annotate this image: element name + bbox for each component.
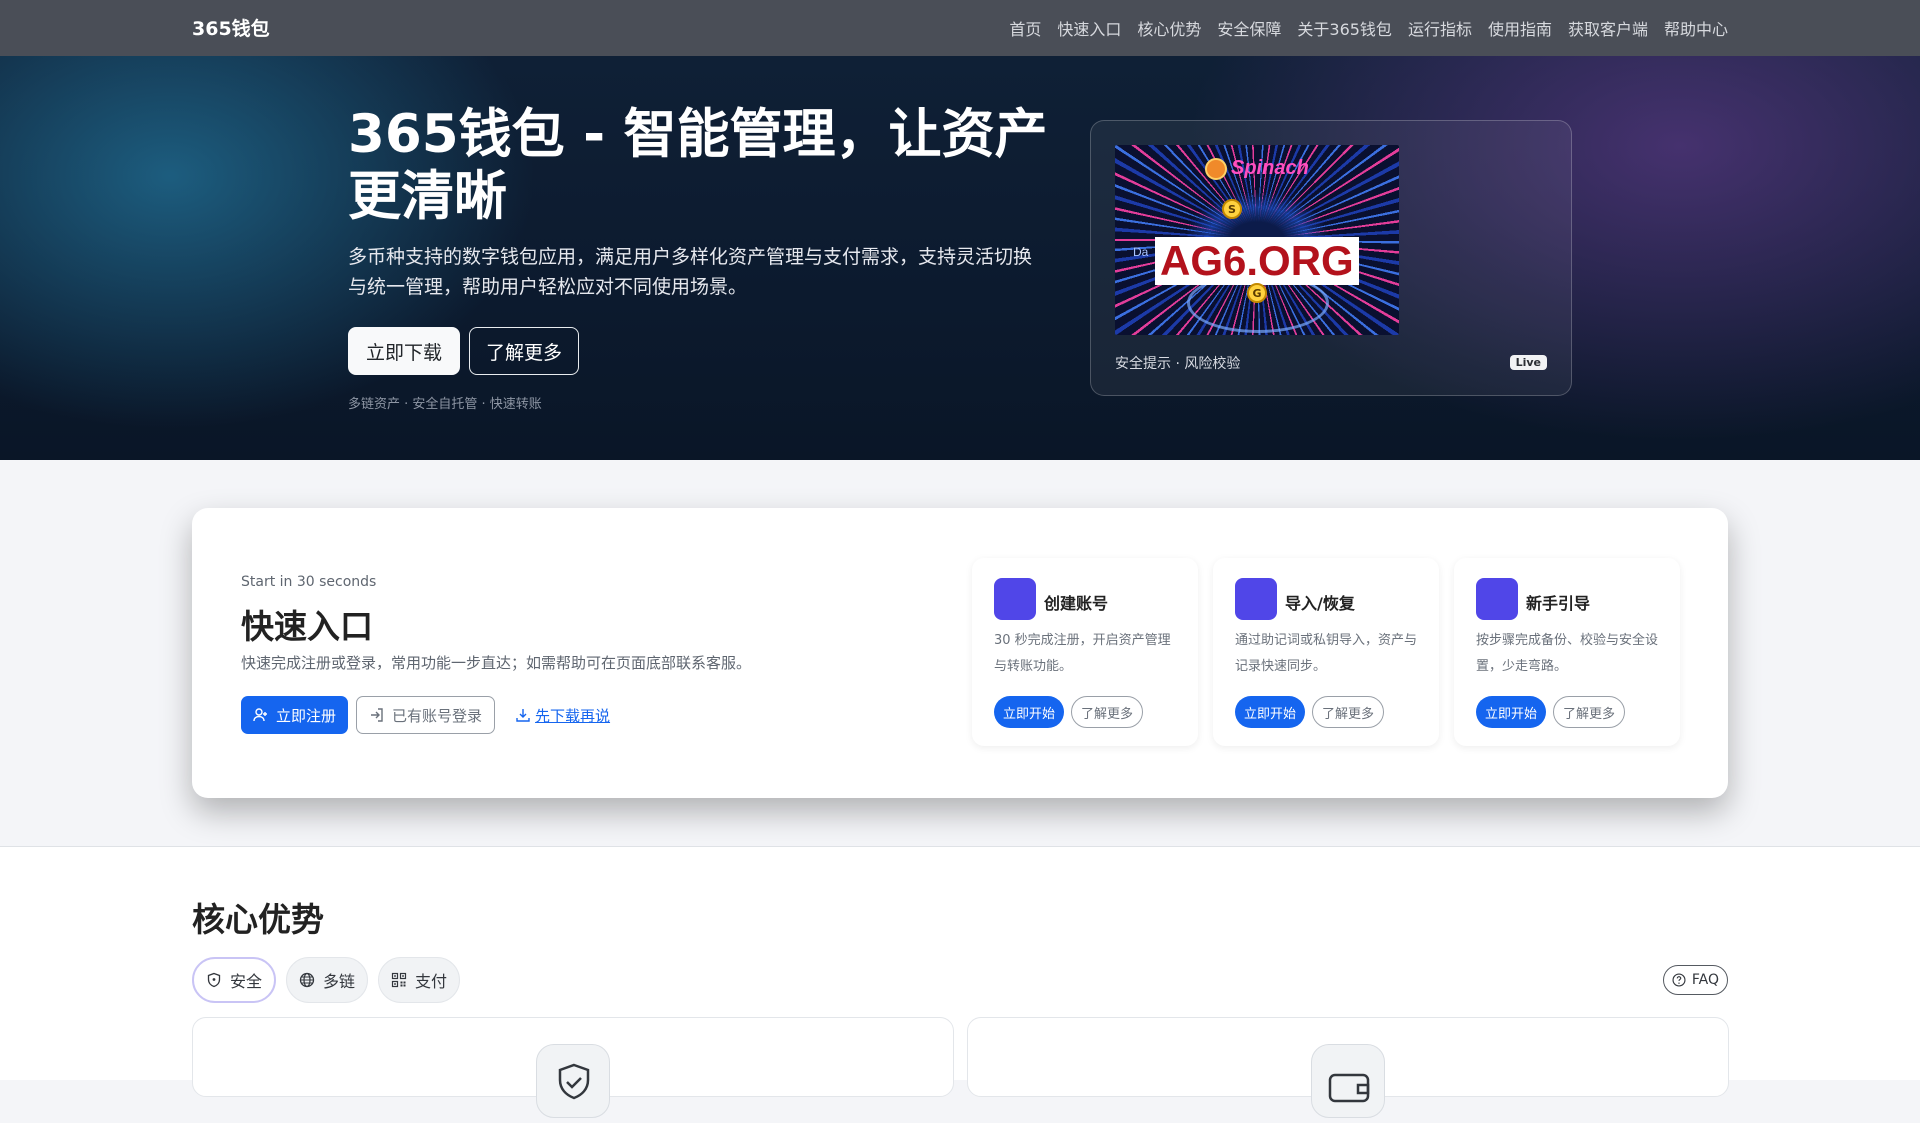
qr-code-icon [391, 972, 407, 988]
step-buttons: 立即开始 了解更多 [1235, 696, 1385, 728]
tab-security[interactable]: 安全 [192, 957, 277, 1003]
faq-label: FAQ [1691, 972, 1719, 988]
login-button[interactable]: 已有账号登录 [356, 696, 496, 734]
step-description: 按步骤完成备份、校验与安全设置，少走弯路。 [1476, 633, 1659, 674]
shield-icon [207, 972, 221, 988]
banner-logo: Spinach [1205, 157, 1309, 180]
import-restore-icon [1235, 578, 1277, 620]
shield-check-icon [536, 1044, 610, 1118]
step-more-button[interactable]: 了解更多 [1312, 696, 1385, 728]
beginner-guide-icon [1476, 578, 1518, 620]
step-start-button[interactable]: 立即开始 [1235, 696, 1306, 728]
banner-logo-text: Spinach [1231, 157, 1309, 179]
top-navbar: 365钱包 首页 快速入口 核心优势 安全保障 关于365钱包 运行指标 使用指… [0, 0, 1920, 56]
hero-tags: 多链资产 · 安全自托管 · 快速转账 [348, 397, 542, 412]
question-circle-icon [1672, 973, 1686, 987]
step-start-button[interactable]: 立即开始 [1476, 696, 1547, 728]
step-more-button[interactable]: 了解更多 [1553, 696, 1626, 728]
login-icon [371, 708, 383, 722]
nav-link-guide[interactable]: 使用指南 [1488, 16, 1552, 40]
tab-label: 多链 [323, 972, 356, 991]
live-badge: Live [1509, 355, 1547, 370]
nav-link-about[interactable]: 关于365钱包 [1297, 16, 1392, 40]
advantages-section: 核心优势 安全 多链 支付 FAQ [0, 846, 1920, 1118]
feature-card-wallet [967, 1017, 1729, 1118]
feature-card-security [192, 1017, 954, 1118]
login-button-label: 已有账号登录 [392, 706, 483, 725]
person-add-icon [253, 708, 267, 722]
step-buttons: 立即开始 了解更多 [1476, 696, 1626, 728]
step-card-import: 导入/恢复 通过助记词或私钥导入，资产与记录快速同步。 立即开始 了解更多 [1213, 558, 1439, 746]
quick-start-buttons: 立即注册 已有账号登录 先下载再说 [241, 696, 622, 734]
hero-title: 365钱包 - 智能管理，让资产更清晰 [348, 104, 1048, 227]
faq-button[interactable]: FAQ [1662, 965, 1728, 995]
hero-banner-image[interactable]: Spinach S Da AG6.ORG G [1115, 145, 1399, 335]
spinach-logo-icon [1205, 157, 1227, 180]
quick-start-description: 快速完成注册或登录，常用功能一步直达；如需帮助可在页面底部联系客服。 [241, 654, 752, 672]
tab-label: 支付 [415, 972, 448, 991]
learn-more-button[interactable]: 了解更多 [469, 327, 580, 375]
coin-icon: G [1247, 283, 1267, 303]
register-button-label: 立即注册 [276, 706, 337, 725]
download-first-link[interactable]: 先下载再说 [503, 696, 622, 734]
register-button[interactable]: 立即注册 [241, 696, 349, 734]
step-more-button[interactable]: 了解更多 [1071, 696, 1144, 728]
nav-link-quick-start[interactable]: 快速入口 [1057, 16, 1121, 40]
nav-link-home[interactable]: 首页 [1009, 16, 1041, 40]
download-icon [516, 709, 530, 722]
shield-check-glyph [558, 1063, 590, 1100]
globe-icon [299, 972, 315, 988]
tab-payment[interactable]: 支付 [378, 957, 461, 1003]
step-start-button[interactable]: 立即开始 [994, 696, 1065, 728]
tab-label: 安全 [230, 972, 263, 991]
nav-link-help[interactable]: 帮助中心 [1664, 16, 1728, 40]
step-description: 通过助记词或私钥导入，资产与记录快速同步。 [1235, 633, 1418, 674]
nav-link-client[interactable]: 获取客户端 [1568, 16, 1648, 40]
media-caption: 安全提示 · 风险校验 [1115, 356, 1241, 372]
create-account-icon [994, 578, 1036, 620]
nav-link-advantages[interactable]: 核心优势 [1137, 16, 1201, 40]
wallet-glyph [1328, 1073, 1370, 1103]
step-card-create: 创建账号 30 秒完成注册，开启资产管理与转账功能。 立即开始 了解更多 [972, 558, 1198, 746]
step-description: 30 秒完成注册，开启资产管理与转账功能。 [994, 633, 1171, 674]
hero-media-card: Spinach S Da AG6.ORG G 安全提示 · 风险校验 Live [1090, 120, 1572, 396]
nav-link-metrics[interactable]: 运行指标 [1408, 16, 1472, 40]
wallet-icon [1311, 1044, 1385, 1118]
advantage-tabs: 安全 多链 支付 [192, 957, 461, 1003]
banner-watermark: AG6.ORG [1155, 237, 1359, 285]
coin-icon: S [1222, 199, 1242, 219]
step-title: 导入/恢复 [1285, 594, 1355, 613]
step-title: 创建账号 [1044, 594, 1109, 613]
quick-start-title: 快速入口 [241, 607, 373, 646]
step-title: 新手引导 [1526, 594, 1591, 613]
advantages-title: 核心优势 [192, 900, 324, 939]
hero-buttons: 立即下载 了解更多 [348, 327, 580, 375]
tab-multichain[interactable]: 多链 [286, 957, 369, 1003]
quick-start-kicker: Start in 30 seconds [241, 574, 377, 590]
brand-logo[interactable]: 365钱包 [192, 14, 270, 41]
download-button[interactable]: 立即下载 [348, 327, 461, 375]
banner-partial-text: Da [1133, 245, 1149, 259]
hero-subtitle: 多币种支持的数字钱包应用，满足用户多样化资产管理与支付需求，支持灵活切换与统一管… [348, 246, 1033, 298]
quick-start-card: Start in 30 seconds 快速入口 快速完成注册或登录，常用功能一… [192, 508, 1728, 798]
download-first-label: 先下载再说 [535, 706, 611, 725]
nav-link-security[interactable]: 安全保障 [1217, 16, 1281, 40]
step-card-guide: 新手引导 按步骤完成备份、校验与安全设置，少走弯路。 立即开始 了解更多 [1454, 558, 1680, 746]
step-buttons: 立即开始 了解更多 [994, 696, 1144, 728]
hero-section: 365钱包 - 智能管理，让资产更清晰 多币种支持的数字钱包应用，满足用户多样化… [0, 56, 1920, 460]
nav-links: 首页 快速入口 核心优势 安全保障 关于365钱包 运行指标 使用指南 获取客户… [1009, 0, 1728, 56]
